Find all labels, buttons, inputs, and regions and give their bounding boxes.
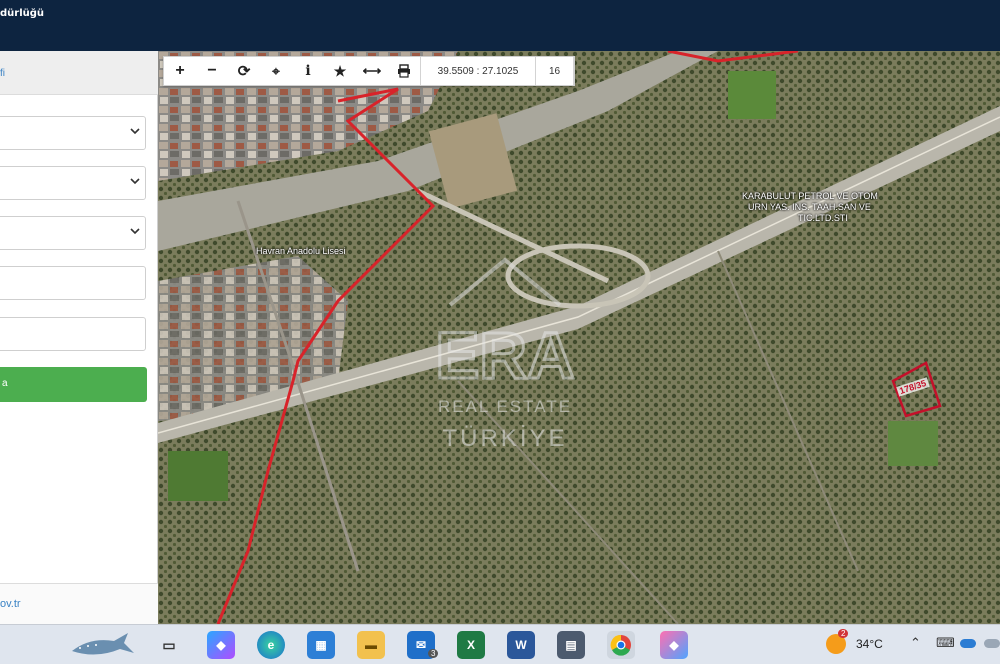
zoom-out-button[interactable]: − (196, 57, 228, 85)
map-toolbar: + − ⟳ ⌖ i ★ ⟷ 39.5509 : 27.1025 16 (163, 56, 575, 86)
business-label-line2: URN YAS. INS. TAAH.SAN VE (748, 202, 871, 212)
copilot-icon: ◆ (216, 638, 226, 652)
edge-icon: e (267, 638, 275, 652)
sidebar-header: fi (0, 51, 158, 95)
zoom-level-readout: 16 (536, 57, 574, 85)
edge-app[interactable]: e (257, 631, 285, 659)
measure-icon: ⟷ (362, 63, 382, 78)
chevron-down-icon (130, 178, 140, 185)
favorite-button[interactable]: ★ (324, 57, 356, 85)
footer-link[interactable]: ov.tr (0, 598, 21, 610)
copilot-pro-icon: ◆ (669, 638, 679, 652)
query-sidebar: fi a ov.tr (0, 51, 158, 624)
business-label-line3: TIC.LTD.STI (798, 213, 848, 223)
minus-icon: − (207, 62, 217, 79)
era-watermark: ERA REAL ESTATE TÜRKİYE (434, 257, 576, 452)
refresh-button[interactable]: ⟳ (228, 57, 260, 85)
screen: dürlüğü fi a ov.tr Havran Anadolu Lisesi… (0, 0, 1000, 664)
measure-button[interactable]: ⟷ (356, 57, 388, 85)
chevron-down-icon (130, 128, 140, 135)
neighborhood-select[interactable] (0, 216, 146, 250)
excel-icon: X (466, 638, 475, 652)
keyboard-icon[interactable]: ⌨ (936, 635, 955, 651)
printer-icon (398, 64, 410, 78)
province-select[interactable] (0, 116, 146, 150)
store-app[interactable]: ▦ (307, 631, 335, 659)
folder-icon: ▬ (365, 638, 377, 652)
crosshair-icon: ⌖ (272, 62, 280, 79)
file-explorer-app[interactable]: ▬ (357, 631, 385, 659)
word-icon: W (515, 638, 527, 652)
info-button[interactable]: i (292, 57, 324, 85)
chrome-icon (610, 634, 631, 656)
plus-icon: + (175, 62, 185, 79)
watermark-line2: TÜRKİYE (442, 425, 567, 452)
chrome-app[interactable] (607, 631, 635, 659)
copilot-pro-app[interactable]: ◆ (660, 631, 688, 659)
word-app[interactable]: W (507, 631, 535, 659)
header-title: dürlüğü (0, 8, 45, 19)
cloud-icon[interactable] (984, 639, 1000, 648)
whale-shark-icon (72, 633, 134, 655)
refresh-icon: ⟳ (237, 63, 251, 80)
watermark-brand: ERA (435, 318, 574, 392)
excel-app[interactable]: X (457, 631, 485, 659)
windows-taskbar: ▭ ◆ e ▦ ▬ ✉ 3 X W ▤ ◆ 2 34°C ⌃ ⌨ (0, 624, 1000, 664)
mail-badge: 3 (428, 649, 439, 658)
block-no-input[interactable] (0, 266, 146, 300)
district-select[interactable] (0, 166, 146, 200)
print-button[interactable] (388, 57, 420, 85)
coordinates-readout: 39.5509 : 27.1025 (420, 57, 536, 85)
chevron-down-icon (130, 228, 140, 235)
business-label-line1: KARABULUT PETROL VE OTOM (742, 191, 878, 201)
query-button-label: a (2, 378, 8, 389)
star-icon: ★ (333, 62, 347, 79)
onedrive-cloud-icon[interactable] (960, 639, 976, 648)
parcel-no-input[interactable] (0, 317, 146, 351)
store-icon: ▦ (315, 638, 327, 652)
watermark-line1: REAL ESTATE (438, 397, 572, 416)
school-label: Havran Anadolu Lisesi (256, 246, 346, 256)
mail-icon: ✉ (415, 638, 427, 652)
zoom-in-button[interactable]: + (164, 57, 196, 85)
task-view-button[interactable]: ▭ (155, 631, 183, 659)
app-header: dürlüğü (0, 0, 1000, 51)
calculator-icon: ▤ (565, 638, 577, 652)
sidebar-footer: ov.tr (0, 583, 158, 624)
temperature-readout[interactable]: 34°C (856, 637, 883, 651)
task-view-icon: ▭ (162, 636, 176, 653)
chevron-up-icon[interactable]: ⌃ (910, 635, 921, 651)
copilot-app[interactable]: ◆ (207, 631, 235, 659)
calculator-app[interactable]: ▤ (557, 631, 585, 659)
query-button[interactable]: a (0, 367, 147, 402)
info-icon: i (305, 63, 311, 79)
sidebar-header-link[interactable]: fi (0, 68, 5, 79)
locate-button[interactable]: ⌖ (260, 57, 292, 85)
weather-badge: 2 (838, 629, 849, 638)
